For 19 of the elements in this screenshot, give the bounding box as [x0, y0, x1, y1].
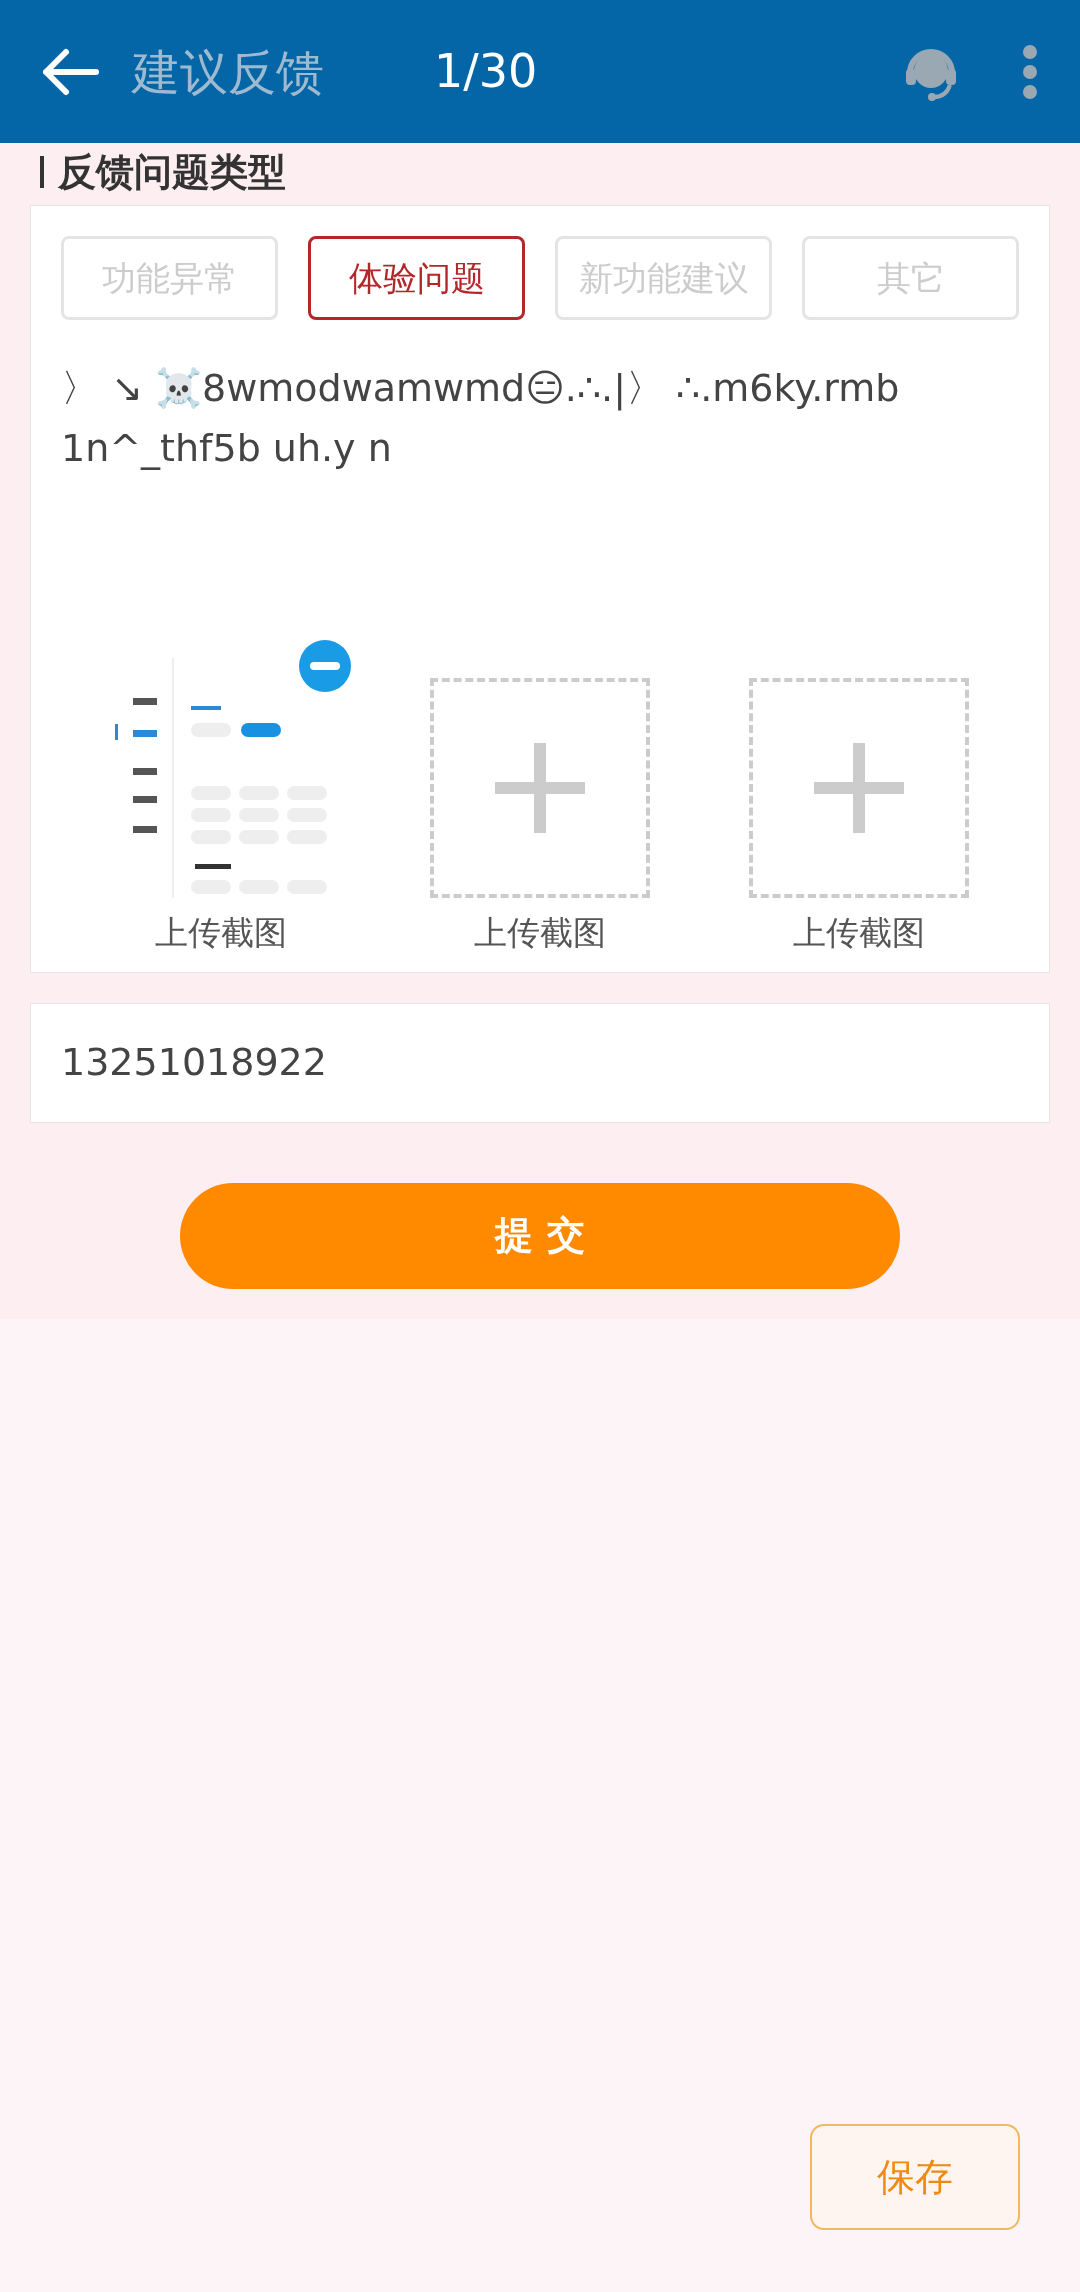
- upload-label: 上传截图: [793, 912, 925, 954]
- save-button[interactable]: 保存: [810, 2124, 1020, 2230]
- add-image-tile[interactable]: [749, 678, 969, 898]
- submit-button[interactable]: 提 交: [180, 1182, 900, 1289]
- page-title: 建议反馈: [132, 42, 324, 102]
- upload-label: 上传截图: [474, 912, 606, 954]
- upload-label: 上传截图: [155, 912, 287, 954]
- category-tab[interactable]: 体验问题: [308, 236, 525, 320]
- plus-icon: [814, 743, 904, 833]
- back-icon[interactable]: [40, 46, 100, 97]
- more-icon[interactable]: [1020, 43, 1040, 100]
- remove-icon[interactable]: [299, 640, 351, 692]
- plus-icon: [495, 743, 585, 833]
- page-counter: 1/30: [434, 43, 538, 100]
- phone-field[interactable]: 13251018922: [30, 1002, 1050, 1123]
- section-title: 反馈问题类型: [58, 148, 286, 196]
- add-image-tile[interactable]: [430, 678, 650, 898]
- section-marker: [40, 156, 44, 188]
- feedback-text-field[interactable]: 〉 ↘ ☠8wmodwamwmd😑.∴.|〉 ∴.m6ky.rmb 1n^_thf5b uh.y n: [61, 358, 1019, 658]
